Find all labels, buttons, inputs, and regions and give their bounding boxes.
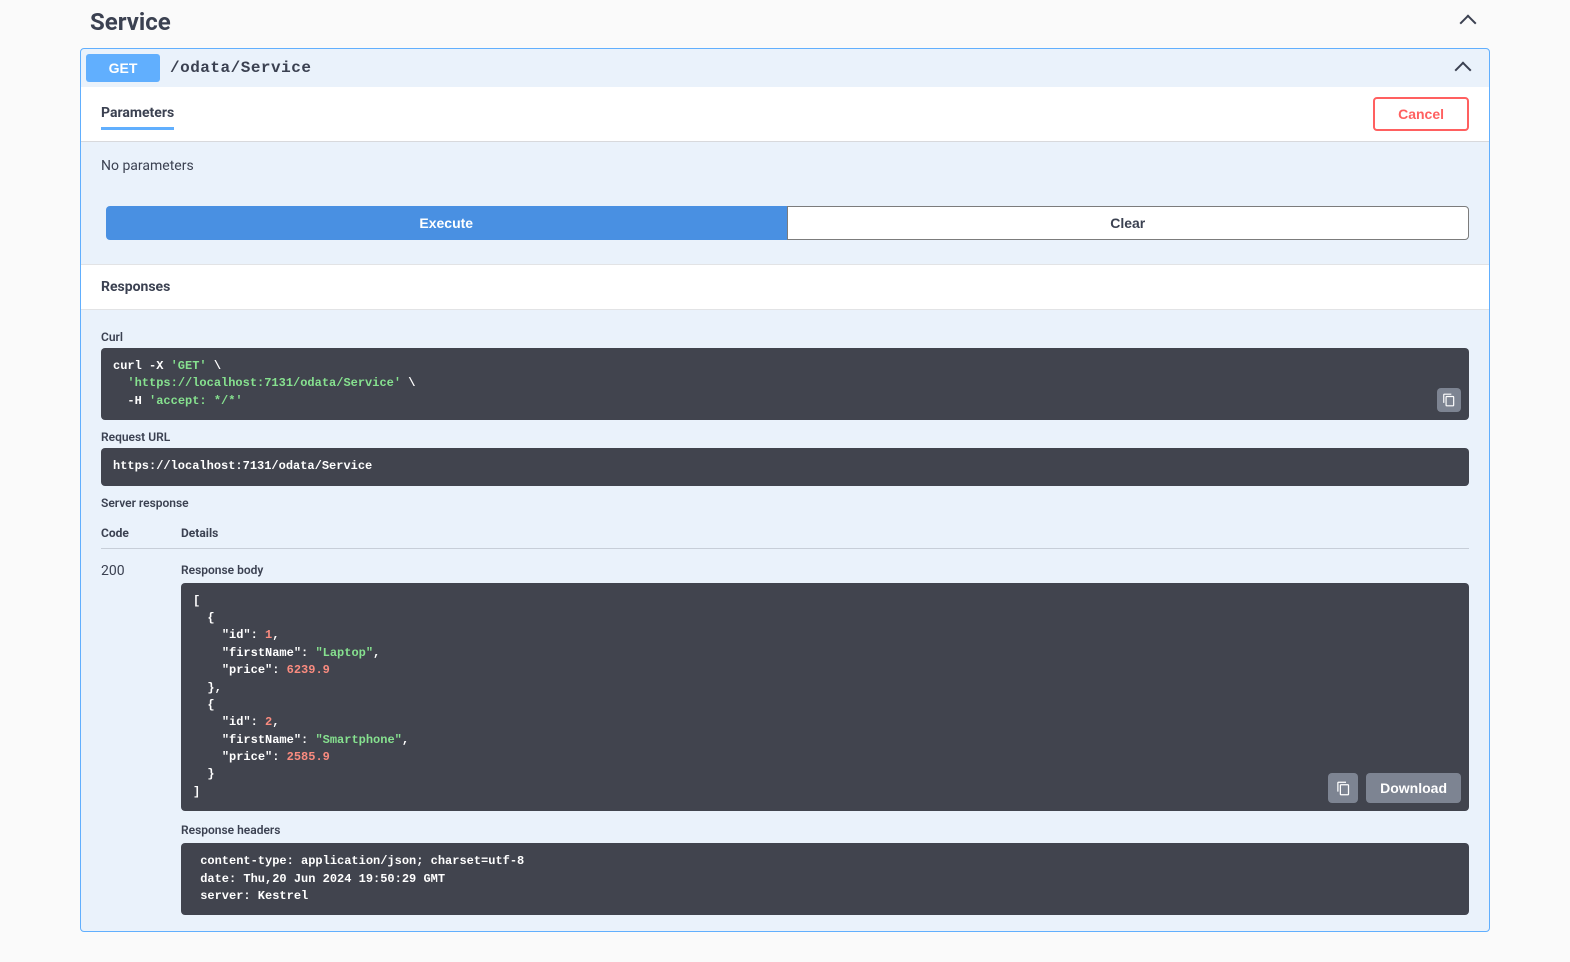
- server-response-label: Server response: [101, 496, 1469, 510]
- response-content: Curl curl -X 'GET' \ 'https://localhost:…: [81, 310, 1489, 931]
- operation-path: /odata/Service: [170, 59, 1454, 77]
- curl-h: -H: [113, 394, 149, 408]
- curl-url: 'https://localhost:7131/odata/Service': [127, 376, 401, 390]
- curl-prefix: curl -X: [113, 359, 171, 373]
- download-button[interactable]: Download: [1366, 773, 1461, 803]
- chevron-up-icon: [1460, 13, 1476, 29]
- operation-block: GET /odata/Service Parameters Cancel No …: [80, 48, 1490, 932]
- clear-button[interactable]: Clear: [787, 206, 1470, 240]
- tab-parameters[interactable]: Parameters: [101, 99, 174, 130]
- request-url-box: https://localhost:7131/odata/Service: [101, 448, 1469, 485]
- copy-body-button[interactable]: [1328, 773, 1358, 803]
- cancel-button[interactable]: Cancel: [1373, 97, 1469, 131]
- details-cell: Response body [ { "id": 1, "firstName": …: [181, 563, 1469, 916]
- clipboard-icon: [1336, 781, 1351, 796]
- curl-indent: [113, 376, 127, 390]
- curl-method: 'GET': [171, 359, 207, 373]
- response-body-label: Response body: [181, 563, 1469, 577]
- clipboard-icon: [1442, 393, 1456, 407]
- status-code: 200: [101, 563, 181, 916]
- curl-label: Curl: [101, 330, 1469, 344]
- section-header[interactable]: Service: [80, 0, 1490, 48]
- response-headers-label: Response headers: [181, 823, 1469, 837]
- operation-summary[interactable]: GET /odata/Service: [81, 49, 1489, 87]
- response-headers-box: content-type: application/json; charset=…: [181, 843, 1469, 915]
- no-parameters-text: No parameters: [81, 142, 1489, 190]
- response-body-box: [ { "id": 1, "firstName": "Laptop", "pri…: [181, 583, 1469, 812]
- curl-cont2: \: [401, 376, 415, 390]
- collapse-section-button[interactable]: [1456, 9, 1480, 36]
- request-url-label: Request URL: [101, 430, 1469, 444]
- section-title: Service: [90, 8, 171, 36]
- curl-box: curl -X 'GET' \ 'https://localhost:7131/…: [101, 348, 1469, 420]
- curl-cont: \: [207, 359, 221, 373]
- http-method-badge: GET: [86, 54, 160, 82]
- table-row: 200 Response body [ { "id": 1, "firstNam…: [101, 549, 1469, 916]
- execute-row: Execute Clear: [81, 190, 1489, 264]
- parameters-header: Parameters Cancel: [81, 87, 1489, 142]
- col-details: Details: [181, 526, 1469, 540]
- col-code: Code: [101, 526, 181, 540]
- curl-accept: 'accept: */*': [149, 394, 243, 408]
- copy-curl-button[interactable]: [1437, 388, 1461, 412]
- response-table-head: Code Details: [101, 514, 1469, 549]
- execute-button[interactable]: Execute: [106, 206, 787, 240]
- chevron-up-icon: [1454, 58, 1474, 78]
- responses-heading: Responses: [81, 264, 1489, 310]
- body-actions: Download: [1328, 773, 1461, 803]
